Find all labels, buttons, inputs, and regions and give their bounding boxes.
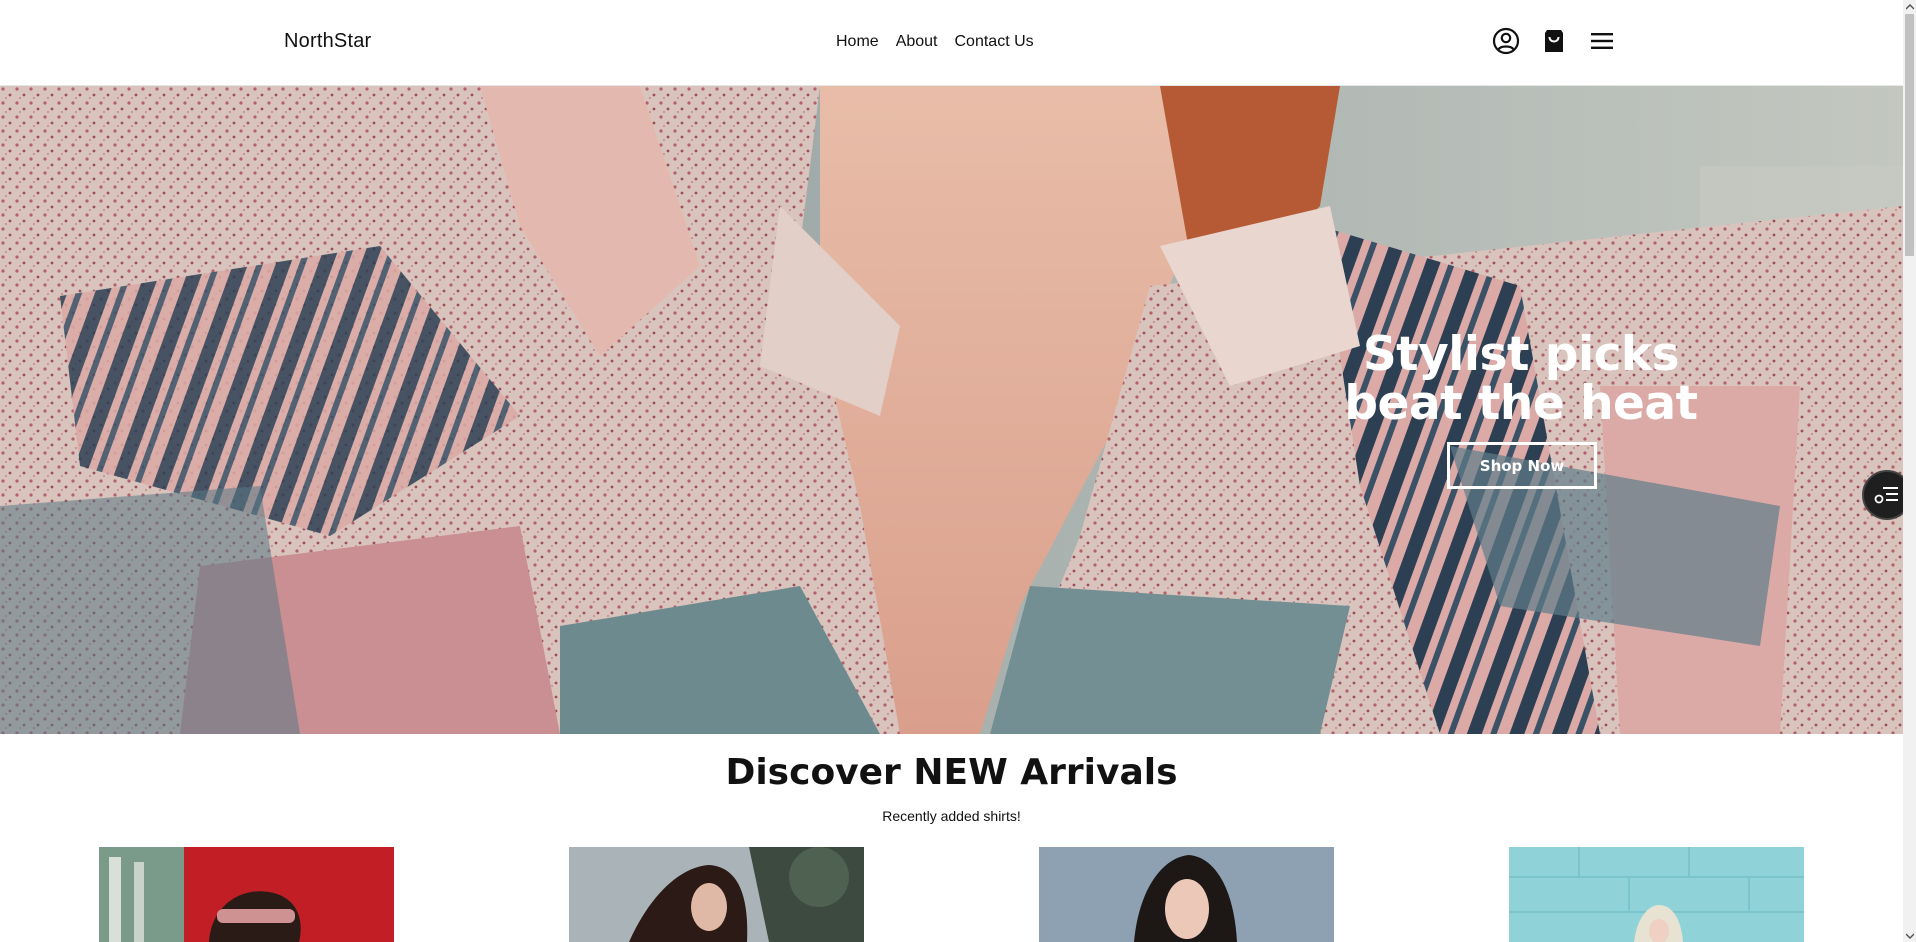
page-scrollbar[interactable] xyxy=(1903,0,1916,942)
user-circle-icon[interactable] xyxy=(1492,27,1520,55)
shop-now-button[interactable]: Shop Now xyxy=(1447,442,1597,489)
header-icons xyxy=(1492,27,1616,55)
nav-home[interactable]: Home xyxy=(836,33,879,51)
nav-about[interactable]: About xyxy=(896,33,938,51)
product-image xyxy=(1509,847,1804,942)
scroll-up-arrow-icon[interactable] xyxy=(1903,0,1916,13)
shopping-bag-icon[interactable] xyxy=(1540,27,1568,55)
menu-icon[interactable] xyxy=(1588,27,1616,55)
product-card-2[interactable] xyxy=(569,847,864,942)
filter-list-icon xyxy=(1874,487,1898,504)
nav-contact-us[interactable]: Contact Us xyxy=(955,33,1034,51)
scroll-down-arrow-icon[interactable] xyxy=(1903,929,1916,942)
hero-title: Stylist picks beat the heat xyxy=(1344,327,1698,431)
site-header: NorthStar Home About Contact Us xyxy=(0,0,1903,86)
product-image xyxy=(1039,847,1334,942)
product-card-4[interactable] xyxy=(1509,847,1804,942)
hero-banner: Stylist picks beat the heat Shop Now xyxy=(0,86,1903,734)
product-image xyxy=(569,847,864,942)
product-card-1[interactable] xyxy=(99,847,394,942)
scrollbar-thumb[interactable] xyxy=(1905,14,1914,256)
product-image xyxy=(99,847,394,942)
section-subtitle: Recently added shirts! xyxy=(882,808,1021,824)
main-nav: Home About Contact Us xyxy=(836,33,1034,51)
product-card-3[interactable] xyxy=(1039,847,1334,942)
brand-logo[interactable]: NorthStar xyxy=(284,30,371,53)
section-title: Discover NEW Arrivals xyxy=(725,752,1178,793)
